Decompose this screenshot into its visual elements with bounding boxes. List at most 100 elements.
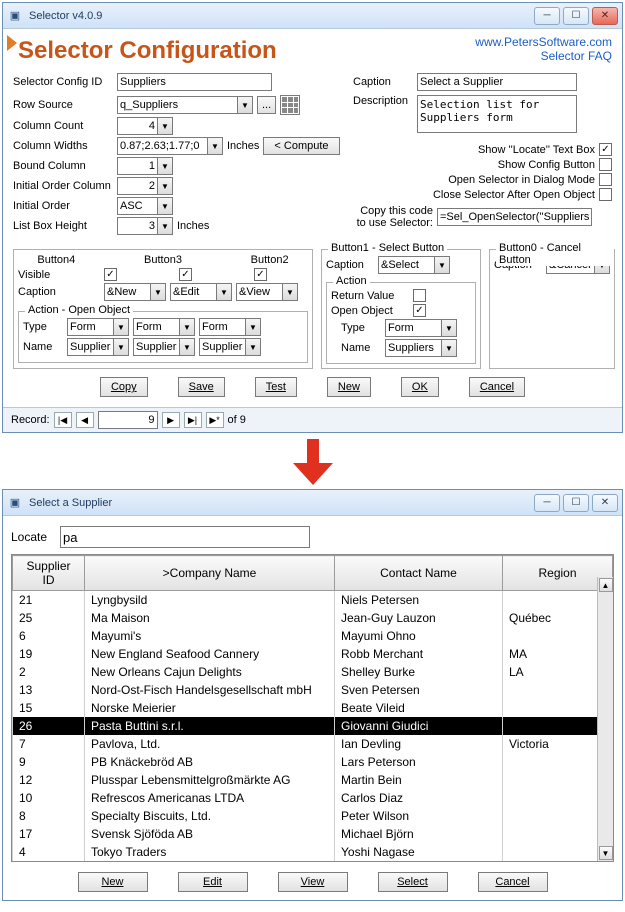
col-supplier-id[interactable]: Supplier ID [13,556,85,591]
nav-next[interactable]: ▶ [162,412,180,428]
table-row[interactable]: 13Nord-Ost-Fisch Handelsgesellschaft mbH… [13,681,613,699]
btn4-visible[interactable]: ✓ [104,268,117,281]
btn2-type[interactable] [199,318,245,336]
supplier-listbox[interactable]: Supplier ID >Company Name Contact Name R… [11,554,614,862]
table-row[interactable]: 26Pasta Buttini s.r.l.Giovanni Giudici [13,717,613,735]
maximize-button[interactable]: ☐ [563,7,589,25]
open-object-checkbox[interactable]: ✓ [413,304,426,317]
table-row[interactable]: 10Refrescos Americanas LTDACarlos Diaz [13,789,613,807]
table-row[interactable]: 15Norske MeierierBeate Vileid [13,699,613,717]
titlebar[interactable]: ▣ Selector v4.0.9 ─ ☐ ✕ [3,3,622,29]
copy-code-input[interactable] [437,208,592,226]
list-height-dd[interactable]: ▼ [157,217,173,235]
btn1-caption-dd[interactable]: ▼ [434,256,450,274]
init-order-col-dd[interactable]: ▼ [157,177,173,195]
column-widths-input[interactable] [117,137,207,155]
config-id-input[interactable] [117,73,272,91]
btn1-type[interactable] [385,319,441,337]
table-row[interactable]: 19New England Seafood CanneryRobb Mercha… [13,645,613,663]
titlebar-2[interactable]: ▣ Select a Supplier ─ ☐ ✕ [3,490,622,516]
scroll-up-icon[interactable]: ▲ [599,578,613,592]
btn2-type-dd[interactable]: ▼ [245,318,261,336]
open-dialog-checkbox[interactable] [599,173,612,186]
website-link[interactable]: www.PetersSoftware.com [475,35,612,49]
expand-arrow-icon[interactable] [7,35,17,51]
description-input[interactable]: Selection list for Suppliers form [417,95,577,133]
table-row[interactable]: 25Ma MaisonJean-Guy LauzonQuébec [13,609,613,627]
vertical-scrollbar[interactable]: ▲ ▼ [597,577,613,861]
row-source-grid-button[interactable] [280,95,300,115]
init-order-dd[interactable]: ▼ [157,197,173,215]
compute-button[interactable]: < Compute [263,137,339,155]
row-source-ellipsis[interactable]: ... [257,96,276,114]
copy-button[interactable]: Copy [100,377,148,397]
row-source-dropdown-btn[interactable]: ▼ [237,96,253,114]
btn3-type-dd[interactable]: ▼ [179,318,195,336]
show-locate-checkbox[interactable]: ✓ [599,143,612,156]
bound-column-input[interactable] [117,157,157,175]
record-current[interactable] [98,411,158,429]
show-config-checkbox[interactable] [599,158,612,171]
test-button[interactable]: Test [255,377,297,397]
btn4-type[interactable] [67,318,113,336]
table-row[interactable]: 17Svensk Sjöföda ABMichael Björn [13,825,613,843]
btn3-type[interactable] [133,318,179,336]
table-row[interactable]: 12Plusspar Lebensmittelgroßmärkte AGMart… [13,771,613,789]
init-order-col-input[interactable] [117,177,157,195]
btn3-caption[interactable] [170,283,216,301]
btn1-name[interactable] [385,339,441,357]
table-row[interactable]: 2New Orleans Cajun DelightsShelley Burke… [13,663,613,681]
btn2-caption[interactable] [236,283,282,301]
btn2-caption-dd[interactable]: ▼ [282,283,298,301]
save-button[interactable]: Save [178,377,225,397]
select-button[interactable]: Select [378,872,448,892]
table-row[interactable]: 4Tokyo TradersYoshi Nagase [13,843,613,861]
btn4-name-dd[interactable]: ▼ [113,338,129,356]
init-order-input[interactable] [117,197,157,215]
column-count-input[interactable] [117,117,157,135]
bound-column-dd[interactable]: ▼ [157,157,173,175]
nav-last[interactable]: ▶| [184,412,202,428]
btn4-caption[interactable] [104,283,150,301]
table-row[interactable]: 6Mayumi'sMayumi Ohno [13,627,613,645]
new-button-2[interactable]: New [78,872,148,892]
btn4-name[interactable] [67,338,113,356]
col-region[interactable]: Region [503,556,613,591]
nav-prev[interactable]: ◀ [76,412,94,428]
column-count-dd[interactable]: ▼ [157,117,173,135]
btn2-name-dd[interactable]: ▼ [245,338,261,356]
cancel-button[interactable]: Cancel [469,377,525,397]
btn2-name[interactable] [199,338,245,356]
col-company-name[interactable]: >Company Name [85,556,335,591]
btn3-name-dd[interactable]: ▼ [179,338,195,356]
close-button[interactable]: ✕ [592,7,618,25]
list-height-input[interactable] [117,217,157,235]
caption-input[interactable] [417,73,577,91]
new-button[interactable]: New [327,377,371,397]
table-row[interactable]: 9PB Knäckebröd ABLars Peterson [13,753,613,771]
close-after-checkbox[interactable] [599,188,612,201]
minimize-button[interactable]: ─ [534,7,560,25]
locate-input[interactable] [60,526,310,548]
maximize-button-2[interactable]: ☐ [563,494,589,512]
nav-new[interactable]: ▶* [206,412,224,428]
edit-button[interactable]: Edit [178,872,248,892]
table-row[interactable]: 7Pavlova, Ltd.Ian DevlingVictoria [13,735,613,753]
close-button-2[interactable]: ✕ [592,494,618,512]
btn1-type-dd[interactable]: ▼ [441,319,457,337]
col-contact-name[interactable]: Contact Name [335,556,503,591]
return-value-checkbox[interactable] [413,289,426,302]
cancel-button-2[interactable]: Cancel [478,872,548,892]
btn3-caption-dd[interactable]: ▼ [216,283,232,301]
btn1-name-dd[interactable]: ▼ [441,339,457,357]
minimize-button-2[interactable]: ─ [534,494,560,512]
btn3-visible[interactable]: ✓ [179,268,192,281]
btn1-caption[interactable] [378,256,434,274]
btn2-visible[interactable]: ✓ [254,268,267,281]
btn3-name[interactable] [133,338,179,356]
ok-button[interactable]: OK [401,377,439,397]
column-widths-dd[interactable]: ▼ [207,137,223,155]
table-row[interactable]: 21LyngbysildNiels Petersen [13,591,613,610]
view-button[interactable]: View [278,872,348,892]
row-source-input[interactable] [117,96,237,114]
